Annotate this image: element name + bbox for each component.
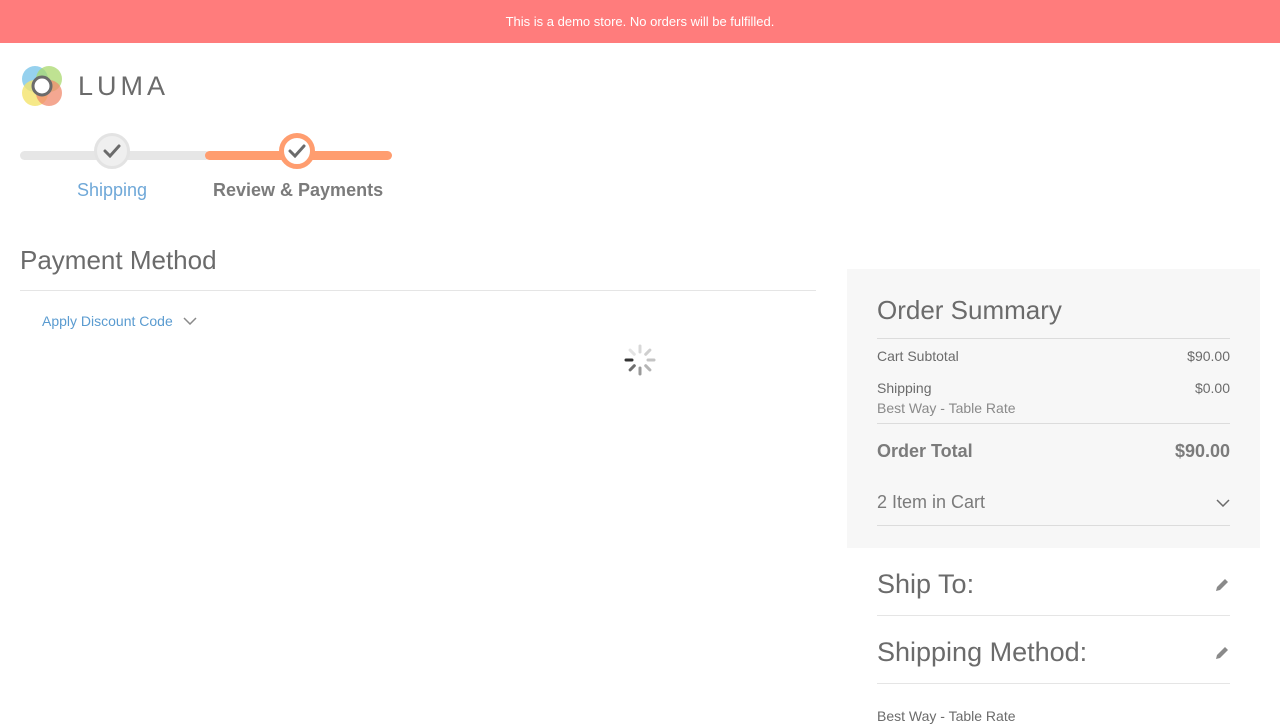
loading-spinner-icon <box>624 344 656 376</box>
edit-pencil-icon[interactable] <box>1214 645 1230 661</box>
apply-discount-toggle[interactable]: Apply Discount Code <box>42 313 197 329</box>
order-total-row: Order Total $90.00 <box>877 441 1230 462</box>
payment-method-title: Payment Method <box>20 245 217 275</box>
shipping-label: Shipping <box>877 380 932 396</box>
demo-store-text: This is a demo store. No orders will be … <box>505 14 775 29</box>
cart-subtotal-value: $90.00 <box>1187 348 1230 364</box>
shipping-method-title: Shipping Method: <box>877 637 1088 667</box>
shipping-value: $0.00 <box>1194 380 1230 396</box>
checkout-progress-bar: Shipping Review & Payments <box>20 132 400 204</box>
divider <box>877 525 1230 526</box>
ship-to-header: Ship To: <box>877 569 1230 600</box>
divider <box>877 423 1230 424</box>
shipping-step-check-icon <box>94 133 130 169</box>
items-in-cart-toggle[interactable]: 2 Item in Cart <box>877 492 1230 513</box>
chevron-down-icon <box>1216 498 1230 507</box>
shipping-method-header: Shipping Method: <box>877 637 1230 668</box>
shipping-row: Shipping $0.00 <box>877 380 1230 396</box>
divider <box>877 683 1230 684</box>
step-review-payments: Review & Payments <box>213 180 384 200</box>
order-total-value: $90.00 <box>1174 441 1230 461</box>
demo-store-banner: This is a demo store. No orders will be … <box>0 0 1280 43</box>
divider <box>20 290 816 291</box>
ship-to-title: Ship To: <box>877 569 975 599</box>
divider <box>877 338 1230 339</box>
order-total-label: Order Total <box>877 441 973 461</box>
cart-subtotal-label: Cart Subtotal <box>877 348 959 364</box>
order-summary-panel: Order Summary Cart Subtotal $90.00 Shipp… <box>847 269 1260 548</box>
luma-logo[interactable]: LUMA <box>20 64 169 108</box>
review-step-check-icon <box>279 133 315 169</box>
chevron-down-icon <box>183 317 197 325</box>
divider <box>877 615 1230 616</box>
order-summary-title: Order Summary <box>877 295 1062 325</box>
apply-discount-label: Apply Discount Code <box>42 313 173 329</box>
logo-text: LUMA <box>78 70 170 101</box>
step-shipping-link[interactable]: Shipping <box>77 180 147 201</box>
luma-logo-icon <box>22 66 62 106</box>
shipping-method-name: Best Way - Table Rate <box>877 400 1016 416</box>
edit-pencil-icon[interactable] <box>1214 577 1230 593</box>
cart-subtotal-row: Cart Subtotal $90.00 <box>877 348 1230 364</box>
items-in-cart-label: 2 Item in Cart <box>877 492 986 512</box>
shipping-method-value: Best Way - Table Rate <box>877 708 1016 724</box>
